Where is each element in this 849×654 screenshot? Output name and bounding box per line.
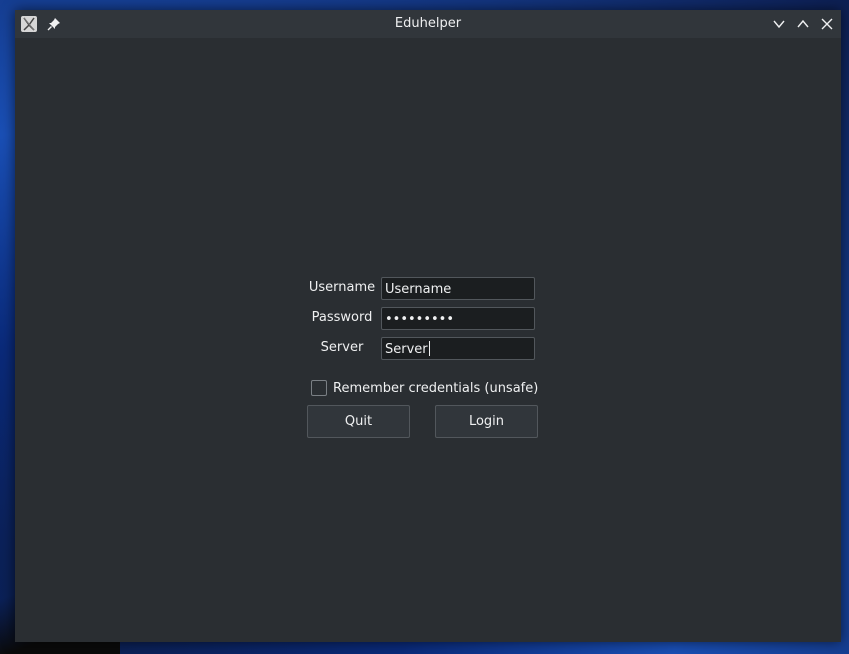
title-bar[interactable]: Eduhelper xyxy=(15,10,841,38)
chevron-up-icon[interactable] xyxy=(795,16,811,32)
chevron-down-icon[interactable] xyxy=(771,16,787,32)
login-form: Username Username Password ••••••••• Ser… xyxy=(303,276,543,438)
quit-button[interactable]: Quit xyxy=(307,405,410,438)
remember-credentials-row[interactable]: Remember credentials (unsafe) xyxy=(311,379,538,397)
app-window: Eduhelper Username Username Password •••… xyxy=(15,10,841,642)
remember-credentials-checkbox[interactable] xyxy=(311,380,327,396)
server-label: Server xyxy=(320,340,364,355)
username-field[interactable]: Username xyxy=(381,277,535,300)
server-field-value: Server xyxy=(385,342,428,357)
close-icon[interactable] xyxy=(819,16,835,32)
password-field[interactable]: ••••••••• xyxy=(381,307,535,330)
server-field[interactable]: Server xyxy=(381,337,535,360)
login-button[interactable]: Login xyxy=(435,405,538,438)
window-title: Eduhelper xyxy=(394,16,462,31)
remember-credentials-label: Remember credentials (unsafe) xyxy=(333,380,539,396)
username-label: Username xyxy=(308,280,376,295)
text-cursor xyxy=(428,341,430,356)
password-label: Password xyxy=(311,310,373,325)
